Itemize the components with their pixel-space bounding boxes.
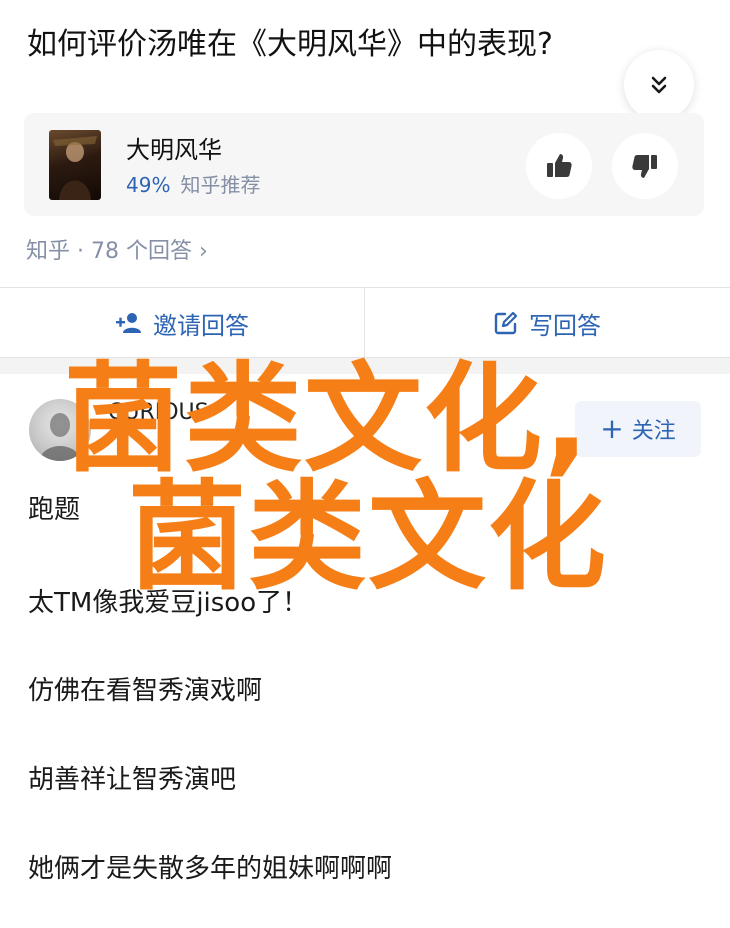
drama-card[interactable]: 大明风华 49% 知乎推荐 [24,113,704,216]
edit-icon [494,311,518,335]
collapse-button[interactable] [624,50,694,120]
watermark-line-1: 菌类文化, [64,350,591,488]
watermark-line-2: 菌类文化 [128,468,609,606]
answer-line: 胡善祥让智秀演吧 [28,765,237,795]
chevrons-down-icon [651,76,667,94]
recommend-label: 知乎推荐 [180,173,261,197]
invite-answer-label: 邀请回答 [153,311,249,340]
question-title[interactable]: 如何评价汤唯在《大明风华》中的表现? [27,22,627,68]
thumbs-up-icon [547,154,572,177]
drama-poster [49,130,101,200]
write-answer-button[interactable]: 写回答 [365,288,729,358]
invite-answer-button[interactable]: 邀请回答 [0,288,364,358]
downvote-button[interactable] [612,133,678,199]
plus-icon: + [600,412,624,445]
recommend-info: 49% 知乎推荐 [126,169,260,198]
write-answer-label: 写回答 [529,311,601,340]
answer-line: 她俩才是失散多年的姐妹啊啊啊 [28,854,393,884]
answer-line: 仿佛在看智秀演戏啊 [28,676,263,706]
answer-line: 跑题 [28,495,81,525]
upvote-button[interactable] [526,133,592,199]
thumbs-down-icon [632,155,657,178]
user-plus-icon [116,313,141,333]
drama-title: 大明风华 [126,136,222,164]
action-bar: 邀请回答 写回答 [0,288,730,358]
follow-label: 关注 [631,419,676,444]
question-meta[interactable]: 知乎 · 78 个回答 › [26,233,208,265]
recommend-percent: 49% [126,173,171,197]
follow-button[interactable]: + 关注 [575,401,701,457]
